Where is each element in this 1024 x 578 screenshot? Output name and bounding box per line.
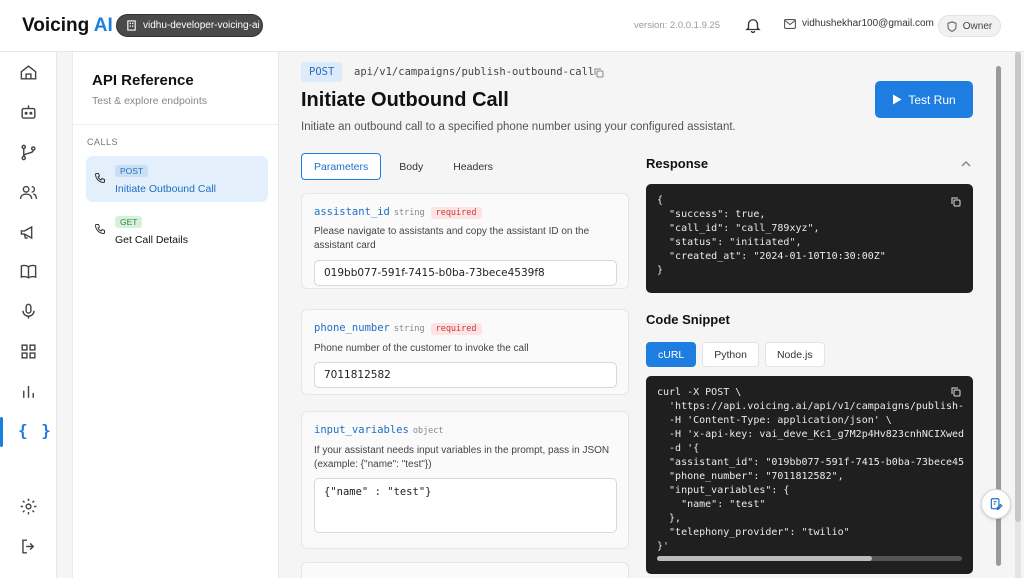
window-scrollbar-thumb[interactable] xyxy=(1015,52,1021,522)
copy-icon[interactable] xyxy=(950,196,962,208)
brand-text: Voicing xyxy=(22,15,94,36)
bar-chart-icon[interactable] xyxy=(19,382,38,401)
language-tabs: cURL Python Node.js xyxy=(646,342,825,367)
edit-note-icon xyxy=(990,498,1003,510)
brand-logo[interactable]: Voicing AI xyxy=(22,15,113,37)
param-card-input-variables: input_variables object If your assistant … xyxy=(301,411,629,549)
divider xyxy=(73,124,279,125)
mail-icon xyxy=(784,18,796,29)
endpoint-initiate-outbound-call[interactable]: POST Initiate Outbound Call xyxy=(86,156,268,202)
response-title: Response xyxy=(646,156,709,171)
code-braces-icon: { } xyxy=(18,421,53,440)
param-type: object xyxy=(412,426,444,436)
endpoint-path: api/v1/campaigns/publish-outbound-call xyxy=(354,66,595,78)
assistant-id-input[interactable] xyxy=(314,260,617,286)
tab-parameters[interactable]: Parameters xyxy=(301,153,382,180)
role-badge[interactable]: Owner xyxy=(938,15,1001,37)
endpoint-name: Initiate Outbound Call xyxy=(115,183,216,195)
tab-body[interactable]: Body xyxy=(387,153,435,180)
param-name: assistant_id string required xyxy=(314,206,482,219)
panel-subtitle: Test & explore endpoints xyxy=(92,95,207,107)
tab-curl[interactable]: cURL xyxy=(646,342,697,367)
snippet-code-block: curl -X POST \ 'https://api.voicing.ai/a… xyxy=(646,376,973,574)
code-horizontal-scrollbar[interactable] xyxy=(657,556,962,561)
chevron-up-icon[interactable] xyxy=(960,158,972,170)
left-nav-rail: { } xyxy=(0,52,57,578)
brand-accent-text: AI xyxy=(93,15,113,36)
param-name: phone_number string required xyxy=(314,322,482,335)
email-text: vidhushekhar100@gmail.com xyxy=(802,18,934,29)
copy-icon[interactable] xyxy=(950,386,962,398)
mic-icon[interactable] xyxy=(19,302,38,321)
page-title: Initiate Outbound Call xyxy=(301,89,509,111)
play-icon xyxy=(893,94,902,105)
param-type: string xyxy=(393,324,425,334)
input-variables-textarea[interactable]: {"name" : "test"} xyxy=(314,478,617,533)
phone-number-input[interactable] xyxy=(314,362,617,388)
role-text: Owner xyxy=(962,20,993,32)
settings-icon[interactable] xyxy=(19,497,38,516)
page-description: Initiate an outbound call to a specified… xyxy=(301,121,736,133)
bot-icon[interactable] xyxy=(19,103,38,122)
snippet-code: curl -X POST \ 'https://api.voicing.ai/a… xyxy=(657,387,965,552)
top-header: Voicing AI vidhu-developer-voicing-ai ve… xyxy=(0,0,1024,52)
phone-icon xyxy=(94,224,105,235)
user-email[interactable]: vidhushekhar100@gmail.com xyxy=(784,18,934,29)
test-run-label: Test Run xyxy=(908,92,956,107)
grid-icon[interactable] xyxy=(19,342,38,361)
git-branch-icon[interactable] xyxy=(19,143,38,162)
building-icon xyxy=(127,20,136,31)
method-badge: POST xyxy=(301,62,343,82)
shield-icon xyxy=(947,20,957,32)
param-name-text: input_variables xyxy=(314,424,409,436)
method-tag: GET xyxy=(115,216,143,228)
megaphone-icon[interactable] xyxy=(19,223,38,242)
users-icon[interactable] xyxy=(19,183,38,202)
endpoint-get-call-details[interactable]: GET Get Call Details xyxy=(86,207,268,253)
version-label: version: 2.0.0.1.9.25 xyxy=(634,20,721,31)
tab-nodejs[interactable]: Node.js xyxy=(764,342,825,367)
param-description: Please navigate to assistants and copy t… xyxy=(314,226,590,251)
method-tag: POST xyxy=(115,165,149,177)
param-card-phone-number: phone_number string required Phone number … xyxy=(301,309,629,395)
active-indicator xyxy=(0,417,3,447)
rail-item-api-reference[interactable]: { } xyxy=(0,417,57,447)
response-code-block: { "success": true, "call_id": "call_789x… xyxy=(646,184,973,293)
bell-icon[interactable] xyxy=(744,16,762,34)
param-name-text: phone_number xyxy=(314,322,390,334)
workspace-badge[interactable]: vidhu-developer-voicing-ai xyxy=(116,14,263,37)
request-tabs: Parameters Body Headers xyxy=(301,153,511,180)
param-description: Phone number of the customer to invoke t… xyxy=(314,343,529,354)
response-json: { "success": true, "call_id": "call_789x… xyxy=(657,195,886,276)
logout-icon[interactable] xyxy=(19,537,38,556)
workspace-name: vidhu-developer-voicing-ai xyxy=(143,20,260,31)
copy-icon[interactable] xyxy=(593,67,605,79)
param-name-text: assistant_id xyxy=(314,206,390,218)
snippet-title: Code Snippet xyxy=(646,312,730,327)
scrollbar-thumb[interactable] xyxy=(657,556,872,561)
param-card-next xyxy=(301,562,629,578)
required-badge: required xyxy=(430,207,482,219)
main-content: POST api/v1/campaigns/publish-outbound-c… xyxy=(280,52,996,578)
home-icon[interactable] xyxy=(19,63,38,82)
param-description: If your assistant needs input variables … xyxy=(314,445,610,470)
param-card-assistant-id: assistant_id string required Please naviga… xyxy=(301,193,629,289)
param-name: input_variables object xyxy=(314,424,444,436)
section-label: CALLS xyxy=(87,137,119,147)
test-run-button[interactable]: Test Run xyxy=(875,81,973,118)
feedback-button[interactable] xyxy=(981,489,1011,519)
endpoint-name: Get Call Details xyxy=(115,234,188,246)
panel-title: API Reference xyxy=(92,72,194,89)
api-reference-panel: API Reference Test & explore endpoints C… xyxy=(72,52,279,578)
tab-headers[interactable]: Headers xyxy=(441,153,505,180)
book-icon[interactable] xyxy=(19,262,38,281)
required-badge: required xyxy=(430,323,482,335)
param-type: string xyxy=(393,208,425,218)
tab-python[interactable]: Python xyxy=(702,342,759,367)
phone-icon xyxy=(94,173,105,184)
